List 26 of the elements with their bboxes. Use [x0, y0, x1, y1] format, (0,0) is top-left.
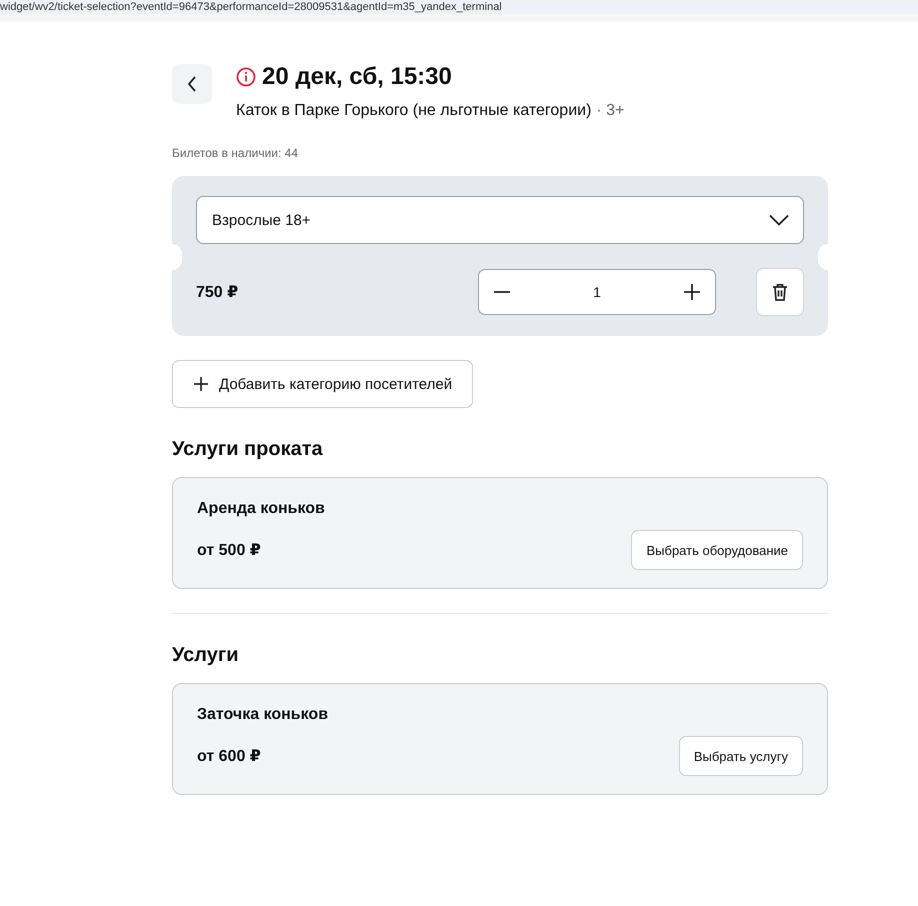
back-button[interactable]	[172, 64, 212, 104]
add-category-button[interactable]: Добавить категорию посетителей	[172, 360, 474, 408]
event-name: Каток в Парке Горького (не льготные категории)	[236, 102, 592, 120]
info-icon	[236, 67, 256, 87]
plus-icon	[682, 283, 701, 301]
category-dropdown[interactable]: Взрослые 18+	[196, 196, 804, 244]
service-price: от 500 ₽	[197, 541, 261, 560]
chevron-down-icon	[769, 214, 789, 226]
select-service-button[interactable]: Выбрать оборудование	[631, 530, 803, 570]
event-date: 20 дек, сб, 15:30	[262, 62, 452, 92]
quantity-value: 1	[593, 284, 601, 300]
service-name: Заточка коньков	[197, 706, 330, 724]
select-service-button[interactable]: Выбрать услугу	[678, 736, 803, 776]
section-title: Услуги	[172, 644, 240, 667]
minus-icon	[493, 291, 511, 293]
plus-icon	[193, 376, 209, 392]
chevron-left-icon	[187, 76, 197, 92]
trash-icon	[772, 283, 788, 301]
delete-button[interactable]	[756, 268, 804, 316]
section-title: Услуги проката	[172, 438, 324, 461]
tickets-available: Билетов в наличии: 44	[172, 146, 299, 160]
url-text[interactable]: widget/wv2/ticket-selection?eventId=96473&performanceId=28009531&agentId=m35_yandex_terminal	[0, 1, 502, 14]
ticket-price: 750 ₽	[196, 283, 240, 302]
age-rating: · 3+	[596, 102, 624, 120]
service-name: Аренда коньков	[197, 500, 326, 518]
service-price: от 600 ₽	[197, 747, 261, 766]
